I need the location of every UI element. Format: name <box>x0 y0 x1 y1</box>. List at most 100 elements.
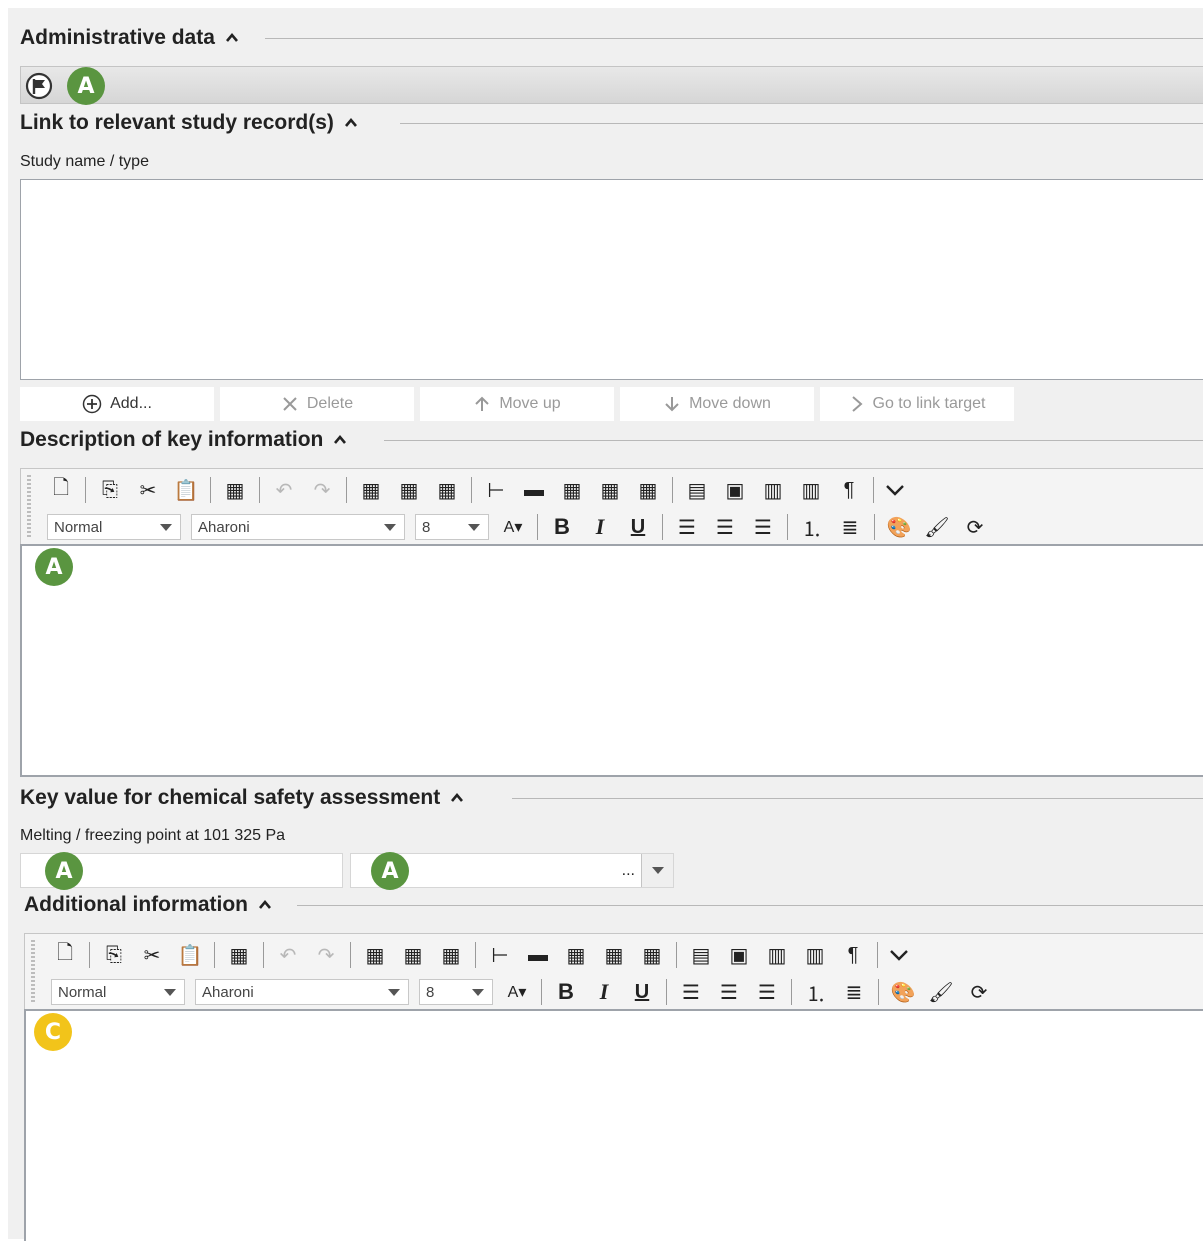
font-color-icon[interactable]: 🎨 <box>885 513 913 541</box>
insert-column-icon[interactable]: ▥ <box>763 941 791 969</box>
cell-properties-icon[interactable]: ▣ <box>725 941 753 969</box>
align-right-icon[interactable]: ☰ <box>749 513 777 541</box>
align-right-icon[interactable]: ☰ <box>753 978 781 1006</box>
cell-properties-icon[interactable]: ▣ <box>721 476 749 504</box>
redo-icon[interactable]: ↷ <box>312 941 340 969</box>
cut-icon[interactable]: ✂ <box>134 476 162 504</box>
align-left-icon[interactable]: ☰ <box>677 978 705 1006</box>
font-size-select[interactable]: 8 <box>419 979 493 1005</box>
new-document-icon[interactable]: 🗋 <box>51 941 79 969</box>
toolbar-grip[interactable] <box>31 940 35 1004</box>
melting-point-value-input[interactable]: A <box>20 852 343 890</box>
additional-editor-area[interactable]: C <box>24 1009 1203 1241</box>
align-center-icon[interactable]: ☰ <box>715 978 743 1006</box>
italic-button[interactable]: I <box>586 514 614 540</box>
font-select[interactable]: Aharoni <box>191 514 405 540</box>
table-properties-icon[interactable]: ▤ <box>683 476 711 504</box>
study-list-box[interactable] <box>20 179 1203 380</box>
toolbar-grip[interactable] <box>27 475 31 539</box>
description-editor-area[interactable]: A <box>20 544 1203 777</box>
table-delete-row-icon[interactable]: ▦ <box>433 476 461 504</box>
underline-button[interactable]: U <box>628 981 656 1004</box>
paste-icon[interactable]: 📋 <box>172 476 200 504</box>
chevron-up-icon[interactable] <box>450 791 464 805</box>
align-center-icon[interactable]: ☰ <box>711 513 739 541</box>
flag-icon[interactable] <box>25 72 53 100</box>
format-painter-icon[interactable]: 🖌 <box>923 513 951 541</box>
bullet-list-icon[interactable]: ≣ <box>836 513 864 541</box>
section-description-header[interactable]: Description of key information <box>20 428 1203 452</box>
separator <box>791 979 792 1005</box>
pilcrow-icon[interactable]: ¶ <box>835 476 863 504</box>
font-size-select[interactable]: 8 <box>415 514 489 540</box>
table-column-right-icon[interactable]: ▦ <box>634 476 662 504</box>
font-size-decrease-icon[interactable]: A▾ <box>499 513 527 541</box>
table-delete-row-icon[interactable]: ▦ <box>437 941 465 969</box>
add-button[interactable]: Add... <box>20 387 214 421</box>
merge-cells-icon[interactable]: ▬ <box>520 476 548 504</box>
move-down-button[interactable]: Move down <box>620 387 814 421</box>
table-column-left-icon[interactable]: ▦ <box>596 476 624 504</box>
bold-button[interactable]: B <box>552 979 580 1005</box>
go-to-link-target-button[interactable]: Go to link target <box>820 387 1014 421</box>
chevron-up-icon[interactable] <box>225 31 239 45</box>
pilcrow-icon[interactable]: ¶ <box>839 941 867 969</box>
insert-column-icon[interactable]: ▥ <box>759 476 787 504</box>
table-row-below-icon[interactable]: ▦ <box>399 941 427 969</box>
merge-cells-icon[interactable]: ▬ <box>524 941 552 969</box>
chevron-down-icon[interactable] <box>888 944 910 966</box>
bold-button[interactable]: B <box>548 514 576 540</box>
section-admin-header[interactable]: Administrative data <box>20 26 1203 50</box>
insert-table-icon[interactable]: ▦ <box>225 941 253 969</box>
paste-icon[interactable]: 📋 <box>176 941 204 969</box>
chevron-up-icon[interactable] <box>333 433 347 447</box>
table-column-icon[interactable]: ⊢ <box>486 941 514 969</box>
chevron-up-icon[interactable] <box>258 898 272 912</box>
new-document-icon[interactable]: 🗋 <box>47 476 75 504</box>
table-row-below-icon[interactable]: ▦ <box>395 476 423 504</box>
copy-icon[interactable]: ⎘ <box>100 941 128 969</box>
font-size-decrease-icon[interactable]: A▾ <box>503 978 531 1006</box>
align-left-icon[interactable]: ☰ <box>673 513 701 541</box>
redo-icon[interactable]: ↷ <box>308 476 336 504</box>
undo-icon[interactable]: ↶ <box>274 941 302 969</box>
section-key-value-header[interactable]: Key value for chemical safety assessment <box>20 786 1203 810</box>
underline-button[interactable]: U <box>624 516 652 539</box>
bullet-list-icon[interactable]: ≣ <box>840 978 868 1006</box>
unit-dropdown-button[interactable] <box>641 854 673 887</box>
table-properties-icon[interactable]: ▤ <box>687 941 715 969</box>
cut-icon[interactable]: ✂ <box>138 941 166 969</box>
chevron-down-icon[interactable] <box>884 479 906 501</box>
style-select[interactable]: Normal <box>47 514 181 540</box>
delete-column-icon[interactable]: ▥ <box>797 476 825 504</box>
italic-button[interactable]: I <box>590 979 618 1005</box>
copy-icon[interactable]: ⎘ <box>96 476 124 504</box>
style-select[interactable]: Normal <box>51 979 185 1005</box>
table-row-above-icon[interactable]: ▦ <box>361 941 389 969</box>
numbered-list-icon[interactable]: ⒈ <box>802 978 830 1006</box>
section-additional-header[interactable]: Additional information <box>24 893 1203 917</box>
chevron-up-icon[interactable] <box>344 116 358 130</box>
refresh-icon[interactable]: ⟳ <box>961 513 989 541</box>
section-link-header[interactable]: Link to relevant study record(s) <box>20 111 1203 135</box>
table-column-right-icon[interactable]: ▦ <box>638 941 666 969</box>
delete-button[interactable]: Delete <box>220 387 414 421</box>
delete-column-icon[interactable]: ▥ <box>801 941 829 969</box>
unit-select[interactable]: A ... <box>350 852 674 890</box>
numbered-list-icon[interactable]: ⒈ <box>798 513 826 541</box>
font-select-value: Aharoni <box>202 983 254 1001</box>
arrow-down-icon <box>665 397 679 412</box>
split-cells-icon[interactable]: ▦ <box>562 941 590 969</box>
insert-table-icon[interactable]: ▦ <box>221 476 249 504</box>
font-color-icon[interactable]: 🎨 <box>889 978 917 1006</box>
move-up-button[interactable]: Move up <box>420 387 614 421</box>
font-select[interactable]: Aharoni <box>195 979 409 1005</box>
split-cells-icon[interactable]: ▦ <box>558 476 586 504</box>
table-row-above-icon[interactable]: ▦ <box>357 476 385 504</box>
refresh-icon[interactable]: ⟳ <box>965 978 993 1006</box>
table-column-left-icon[interactable]: ▦ <box>600 941 628 969</box>
format-painter-icon[interactable]: 🖌 <box>927 978 955 1006</box>
table-column-icon[interactable]: ⊢ <box>482 476 510 504</box>
undo-icon[interactable]: ↶ <box>270 476 298 504</box>
separator <box>877 942 878 968</box>
